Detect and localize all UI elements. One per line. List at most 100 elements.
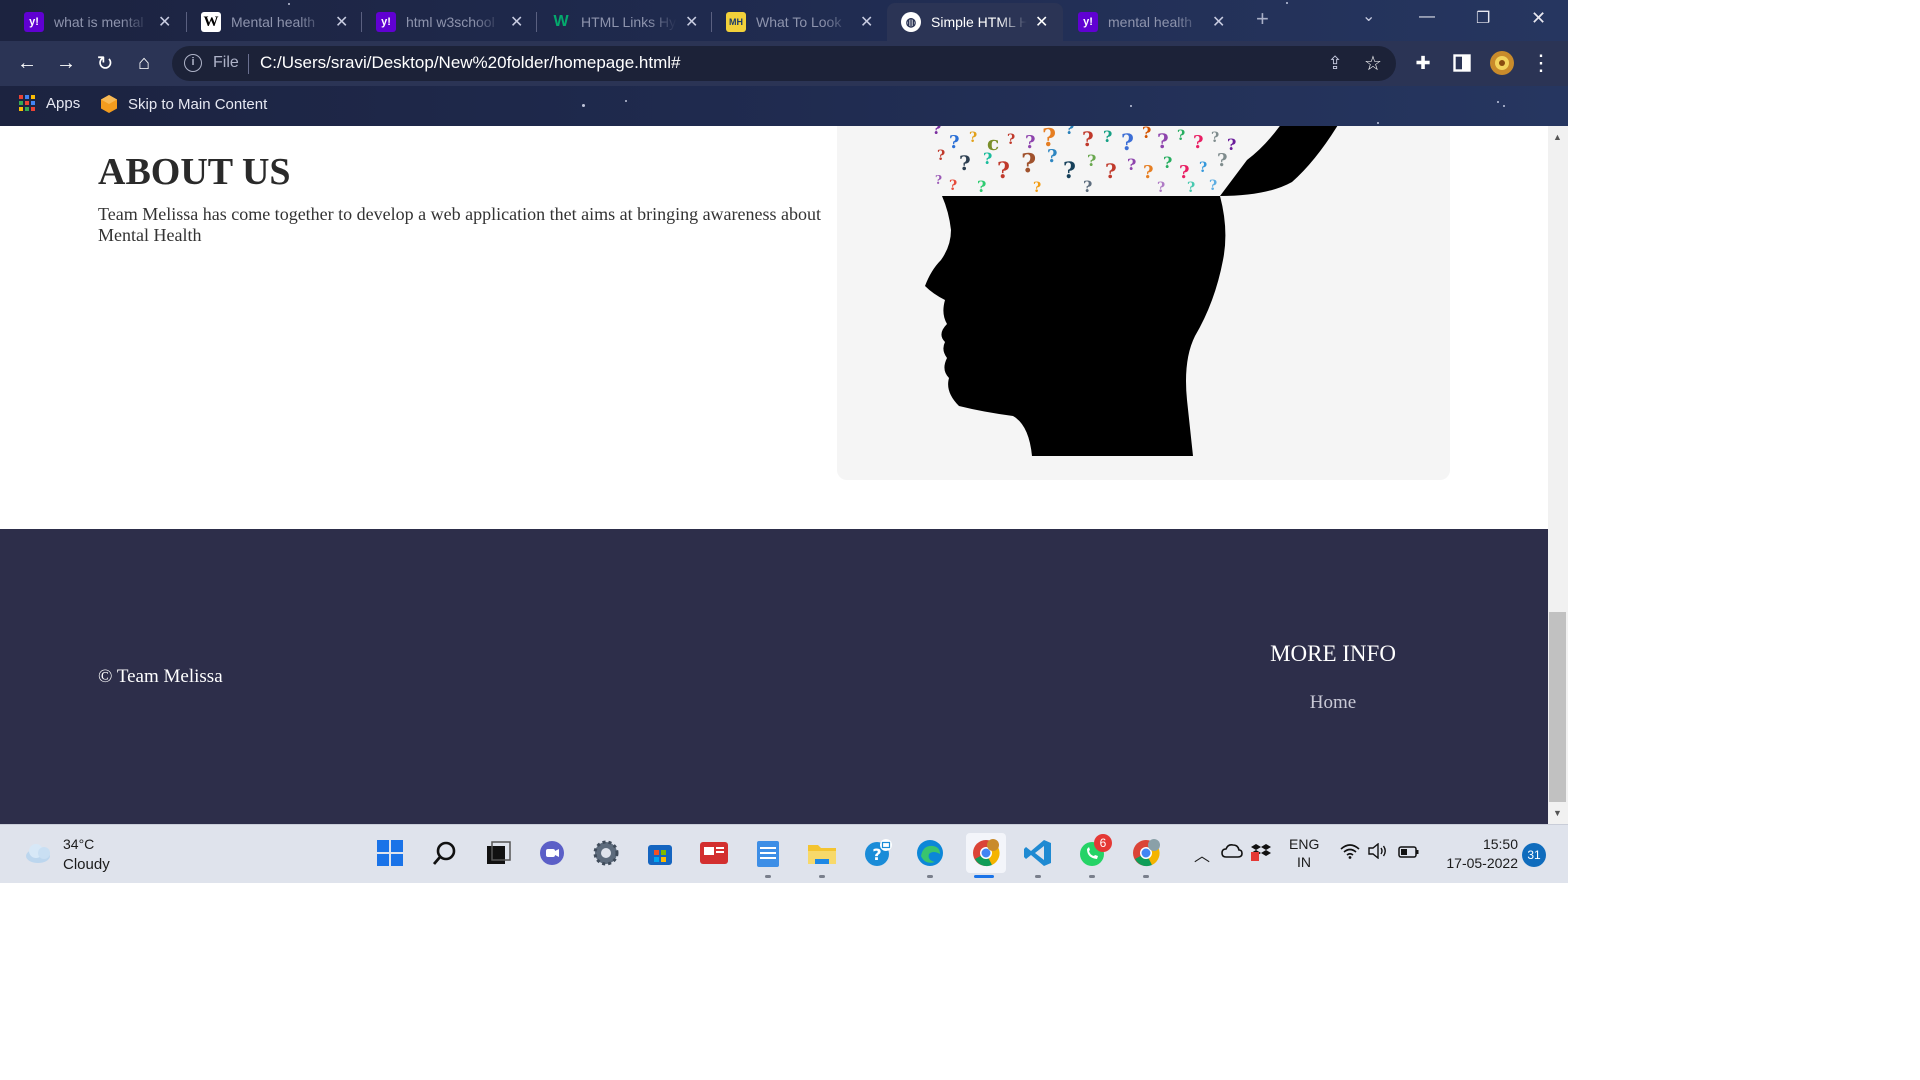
task-view-icon[interactable]	[482, 837, 514, 869]
restore-icon[interactable]: ❐	[1476, 8, 1490, 28]
running-indicator	[1143, 875, 1149, 878]
minimize-icon[interactable]: —	[1419, 8, 1435, 26]
svg-text:?: ?	[932, 126, 941, 138]
tab-html-w3school[interactable]: y! html w3school ✕	[362, 3, 536, 41]
language-indicator[interactable]: ENG IN	[1289, 836, 1319, 870]
close-tab-icon[interactable]: ✕	[510, 12, 523, 32]
svg-text:?: ?	[1127, 155, 1136, 174]
vscode-icon[interactable]	[1022, 837, 1054, 869]
forward-arrow-icon[interactable]: →	[53, 50, 79, 76]
bookmark-apps[interactable]: Apps	[18, 94, 80, 112]
close-window-icon[interactable]: ✕	[1531, 8, 1546, 29]
reload-icon[interactable]: ↻	[92, 50, 118, 76]
mental-health-image-card: ? ? ? c ? ? ? ? ? ? ? ? ? ? ? ? ? ? ? ?	[837, 126, 1450, 480]
scrollbar-thumb[interactable]	[1549, 612, 1566, 802]
close-tab-icon[interactable]: ✕	[860, 12, 873, 32]
bookmark-skip-to-main[interactable]: Skip to Main Content	[99, 94, 267, 114]
store-icon[interactable]	[644, 837, 676, 869]
settings-icon[interactable]	[590, 837, 622, 869]
svg-text:?: ?	[872, 845, 881, 864]
svg-text:?: ?	[1121, 130, 1134, 156]
cloudy-weather-icon[interactable]	[24, 841, 56, 870]
tab-search-chevron-icon[interactable]: ⌄	[1362, 6, 1375, 26]
edge-icon[interactable]	[914, 837, 946, 869]
svg-text:?: ?	[977, 177, 986, 196]
scroll-up-arrow-icon[interactable]: ▲	[1553, 132, 1562, 142]
chat-icon[interactable]	[536, 837, 568, 869]
tab-mental-health-wiki[interactable]: W Mental health ✕	[187, 3, 361, 41]
tab-what-is-mental[interactable]: y! what is mental ✕	[10, 3, 186, 41]
close-tab-icon[interactable]: ✕	[335, 12, 348, 32]
weather-description[interactable]: Cloudy	[63, 856, 110, 873]
chrome-alt-icon[interactable]	[1130, 837, 1162, 869]
battery-icon[interactable]	[1398, 845, 1420, 862]
weather-temperature[interactable]: 34°C	[63, 836, 94, 852]
close-tab-icon[interactable]: ✕	[158, 12, 171, 32]
profile-avatar[interactable]	[1489, 50, 1515, 76]
volume-icon[interactable]	[1368, 842, 1388, 862]
svg-text:?: ?	[1082, 127, 1094, 151]
running-indicator	[1035, 875, 1041, 878]
share-icon[interactable]: ⇪	[1322, 50, 1348, 76]
helper-icon[interactable]: ?	[862, 837, 894, 869]
tab-title: Mental health	[231, 14, 316, 30]
url-text[interactable]: C:/Users/sravi/Desktop/New%20folder/home…	[260, 53, 680, 73]
wikipedia-icon: W	[201, 12, 221, 32]
address-divider	[248, 54, 249, 74]
running-indicator	[819, 875, 825, 878]
tab-title: mental health	[1108, 14, 1193, 30]
mhgov-icon: MH	[726, 12, 746, 32]
bookmark-label: Apps	[46, 94, 81, 112]
news-icon[interactable]	[698, 837, 730, 869]
copyright-text: © Team Melissa	[98, 666, 223, 687]
svg-text:?: ?	[1163, 153, 1172, 172]
svg-text:?: ?	[1217, 150, 1228, 171]
back-arrow-icon[interactable]: ←	[14, 50, 40, 76]
home-link[interactable]: Home	[1240, 692, 1426, 714]
svg-text:?: ?	[1063, 158, 1076, 184]
close-tab-icon[interactable]: ✕	[685, 12, 698, 32]
toolbar: ← → ↻ ⌂ i File C:/Users/sravi/Desktop/Ne…	[0, 41, 1568, 86]
close-tab-icon[interactable]: ✕	[1035, 12, 1048, 32]
apps-grid-icon	[19, 95, 35, 111]
vertical-scrollbar[interactable]: ▲ ▼	[1548, 126, 1568, 824]
svg-text:?: ?	[997, 158, 1010, 184]
bookmarks-bar: Apps Skip to Main Content	[0, 86, 1568, 126]
windows-taskbar: 34°C Cloudy ? 6 ︿ ENG IN 15:50 17-05-202…	[0, 824, 1568, 883]
tab-html-links[interactable]: W HTML Links Hy ✕	[537, 3, 711, 41]
tab-what-to-look[interactable]: MH What To Look ✕	[712, 3, 886, 41]
search-icon[interactable]	[429, 837, 461, 869]
svg-text:?: ?	[1177, 128, 1185, 144]
svg-text:?: ?	[969, 130, 977, 146]
address-bar[interactable]: i File C:/Users/sravi/Desktop/New%20fold…	[172, 46, 1396, 81]
file-explorer-icon[interactable]	[806, 837, 838, 869]
svg-text:?: ?	[1142, 126, 1151, 142]
svg-text:?: ?	[949, 132, 960, 153]
notepad-icon[interactable]	[752, 837, 784, 869]
new-tab-plus-icon[interactable]: +	[1256, 6, 1269, 32]
site-info-icon[interactable]: i	[184, 54, 202, 72]
clock[interactable]: 15:50 17-05-2022	[1428, 836, 1518, 871]
yahoo-icon: y!	[376, 12, 396, 32]
menu-kebab-icon[interactable]: ⋮	[1528, 50, 1554, 76]
side-panel-icon[interactable]	[1449, 50, 1475, 76]
page-viewport: ABOUT US Team Melissa has come together …	[0, 126, 1548, 824]
windows-start-icon[interactable]	[374, 837, 406, 869]
svg-text:?: ?	[1047, 146, 1058, 167]
scroll-down-arrow-icon[interactable]: ▼	[1553, 808, 1562, 818]
chrome-icon[interactable]	[966, 833, 1006, 873]
bookmark-star-icon[interactable]: ☆	[1360, 50, 1386, 76]
show-hidden-icons-chevron-icon[interactable]: ︿	[1194, 842, 1210, 866]
dropbox-icon[interactable]	[1250, 843, 1272, 864]
tab-title: HTML Links Hy	[581, 14, 677, 30]
home-icon[interactable]: ⌂	[131, 50, 157, 76]
close-tab-icon[interactable]: ✕	[1212, 12, 1225, 32]
extensions-puzzle-icon[interactable]: ✚	[1410, 50, 1436, 76]
notification-count-badge[interactable]: 31	[1522, 843, 1546, 867]
svg-text:?: ?	[1007, 132, 1015, 148]
svg-text:?: ?	[1143, 162, 1154, 183]
wifi-icon[interactable]	[1340, 843, 1360, 862]
tab-simple-html-active[interactable]: ◍ Simple HTML H ✕	[887, 3, 1063, 41]
onedrive-cloud-icon[interactable]	[1221, 843, 1243, 862]
tab-mental-health-yahoo[interactable]: y! mental health ✕	[1064, 3, 1238, 41]
